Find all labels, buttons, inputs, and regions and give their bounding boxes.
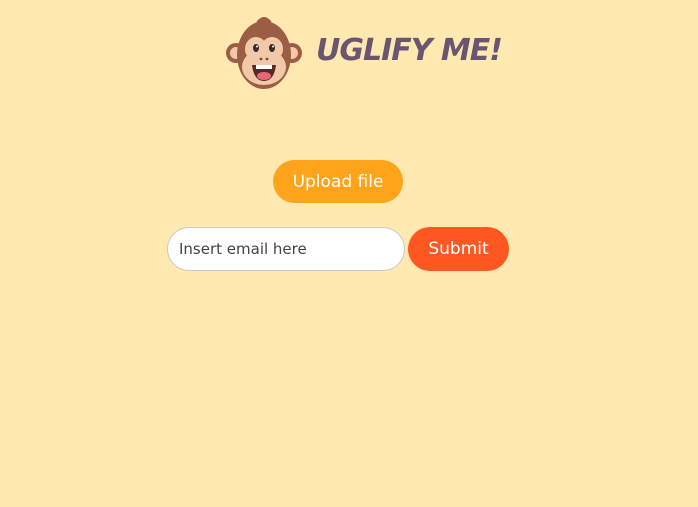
monkey-face-icon [226, 17, 302, 89]
email-input[interactable] [167, 227, 405, 271]
app-header: UGLIFY ME! [226, 14, 503, 92]
upload-file-button[interactable]: Upload file [273, 160, 403, 203]
submit-button[interactable]: Submit [408, 227, 509, 271]
brand-name: UGLIFY ME! [316, 32, 503, 68]
